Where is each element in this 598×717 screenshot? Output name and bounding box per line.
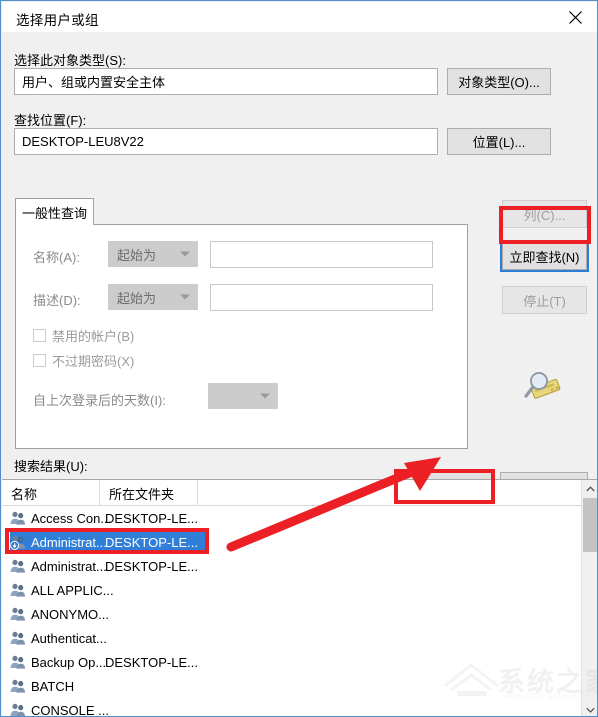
name-condition-select[interactable]: 起始为	[108, 241, 198, 267]
cell-name-text: ANONYMO...	[31, 606, 110, 622]
name-input[interactable]	[210, 241, 433, 268]
cell-folder: DESKTOP-LE...	[105, 654, 198, 670]
disabled-accounts-checkbox[interactable]: 禁用的帐户(B)	[33, 326, 134, 345]
description-condition-select[interactable]: 起始为	[108, 284, 198, 310]
cell-name: Administrat...	[10, 558, 107, 574]
location-field[interactable]: DESKTOP-LEU8V22	[14, 128, 438, 155]
search-results-list: 名称 所在文件夹 Access Con... DESKTOP-LE... Admin…	[2, 479, 597, 717]
table-row[interactable]: Administrat... DESKTOP-LE...	[2, 554, 597, 578]
cell-name-text: ALL APPLIC...	[31, 582, 114, 598]
scrollbar-thumb[interactable]	[583, 498, 597, 552]
scroll-up-button[interactable]	[582, 480, 597, 497]
cell-name-text: Administrat...	[31, 534, 107, 550]
checkbox-box	[33, 354, 46, 367]
description-label: 描述(D):	[33, 293, 81, 308]
user-group-icon	[10, 655, 25, 669]
column-header-folder[interactable]: 所在文件夹	[100, 480, 198, 506]
find-now-button[interactable]: 立即查找(N)	[502, 242, 587, 270]
object-type-field[interactable]: 用户、组或内置安全主体	[14, 68, 438, 95]
chevron-down-icon	[180, 251, 190, 257]
user-group-icon	[10, 511, 25, 525]
days-since-logon-select[interactable]	[208, 383, 278, 409]
user-group-icon	[10, 679, 25, 693]
table-row[interactable]: BATCH	[2, 674, 597, 698]
cell-name: Backup Op...	[10, 654, 106, 670]
window-title: 选择用户或组	[16, 13, 99, 28]
table-row[interactable]: Administrat... DESKTOP-LE...	[2, 530, 597, 554]
table-row[interactable]: ALL APPLIC...	[2, 578, 597, 602]
cell-name-text: BATCH	[31, 678, 75, 694]
dialog-body: 选择此对象类型(S): 用户、组或内置安全主体 对象类型(O)... 查找位置(…	[2, 32, 597, 500]
list-header: 名称 所在文件夹	[2, 480, 597, 506]
name-label: 名称(A):	[33, 250, 80, 265]
description-condition-value: 起始为	[117, 290, 157, 306]
cell-name: Administrat...	[10, 534, 107, 550]
user-group-icon	[10, 583, 25, 597]
table-row[interactable]: Authenticat...	[2, 626, 597, 650]
column-header-name[interactable]: 名称	[2, 480, 100, 506]
description-input[interactable]	[210, 284, 433, 311]
common-queries-pane: 名称(A): 起始为 描述(D): 起始为 禁用的帐户(B) 不过期密码(X) …	[15, 224, 468, 449]
cell-name: BATCH	[10, 678, 74, 694]
cell-folder: DESKTOP-LE...	[105, 534, 198, 550]
magnifier-key-icon	[521, 369, 565, 405]
close-button[interactable]	[552, 2, 597, 32]
non-expiring-password-checkbox[interactable]: 不过期密码(X)	[33, 351, 134, 370]
cell-name-text: CONSOLE ...	[31, 702, 110, 717]
user-group-icon	[10, 559, 25, 573]
results-scrollbar[interactable]	[581, 480, 597, 716]
cell-name-text: Backup Op...	[31, 654, 107, 670]
cell-name: CONSOLE ...	[10, 702, 110, 717]
location-label: 查找位置(F):	[14, 113, 87, 128]
disabled-accounts-label: 禁用的帐户(B)	[52, 329, 135, 344]
days-since-logon-label: 自上次登录后的天数(I):	[33, 393, 166, 408]
close-icon	[568, 10, 582, 24]
scroll-down-button[interactable]	[582, 701, 597, 716]
chevron-down-icon	[586, 707, 595, 713]
user-group-icon	[10, 703, 25, 716]
search-results-label: 搜索结果(U):	[14, 459, 88, 474]
checkbox-box	[33, 329, 46, 342]
table-row[interactable]: CONSOLE ...	[2, 698, 597, 717]
cell-name-text: Access Con...	[31, 510, 112, 526]
cell-name: Access Con...	[10, 510, 111, 526]
select-user-or-group-dialog: 选择用户或组 选择此对象类型(S): 用户、组或内置安全主体 对象类型(O)..…	[0, 0, 598, 717]
cell-folder: DESKTOP-LE...	[105, 510, 198, 526]
user-group-icon	[10, 535, 25, 550]
object-type-label: 选择此对象类型(S):	[14, 53, 126, 68]
table-row[interactable]: ANONYMO...	[2, 602, 597, 626]
cell-name-text: Authenticat...	[31, 630, 107, 646]
name-condition-value: 起始为	[117, 247, 157, 263]
user-group-icon	[10, 631, 25, 645]
cell-folder: DESKTOP-LE...	[105, 558, 198, 574]
object-types-button[interactable]: 对象类型(O)...	[447, 68, 551, 95]
chevron-down-icon	[260, 393, 270, 399]
list-rows: Access Con... DESKTOP-LE... Administrat...…	[2, 506, 597, 717]
table-row[interactable]: Access Con... DESKTOP-LE...	[2, 506, 597, 530]
columns-button[interactable]: 列(C)...	[502, 200, 587, 228]
cell-name: ALL APPLIC...	[10, 582, 114, 598]
user-group-icon	[10, 607, 25, 621]
location-button[interactable]: 位置(L)...	[447, 128, 551, 155]
table-row[interactable]: Backup Op... DESKTOP-LE...	[2, 650, 597, 674]
tab-common-queries[interactable]: 一般性查询	[15, 198, 94, 225]
title-bar: 选择用户或组	[2, 2, 597, 32]
cell-name: ANONYMO...	[10, 606, 109, 622]
stop-button[interactable]: 停止(T)	[502, 286, 587, 314]
chevron-up-icon	[586, 485, 595, 491]
non-expiring-password-label: 不过期密码(X)	[52, 354, 135, 369]
cell-name-text: Administrat...	[31, 558, 107, 574]
cell-name: Authenticat...	[10, 630, 107, 646]
chevron-down-icon	[180, 294, 190, 300]
